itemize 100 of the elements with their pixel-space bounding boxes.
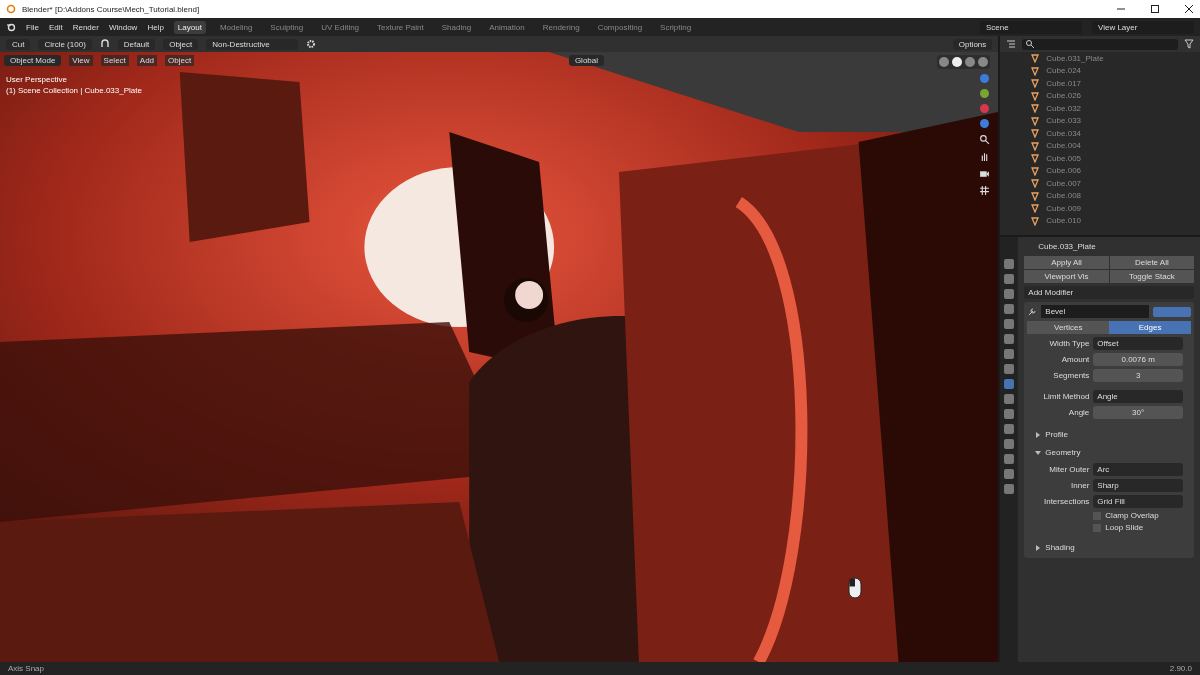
modifier-stack-button[interactable]: Viewport Vis: [1024, 270, 1109, 283]
properties-tab-icon[interactable]: [1004, 484, 1015, 494]
affect-toggle[interactable]: Vertices: [1027, 321, 1110, 334]
maximize-icon[interactable]: [1150, 4, 1160, 14]
menu-item[interactable]: Help: [147, 22, 164, 32]
object-name-field[interactable]: Cube.033_Plate: [1024, 241, 1194, 253]
modifier-stack-button[interactable]: Toggle Stack: [1109, 270, 1194, 283]
outliner-item[interactable]: Cube.010: [1030, 214, 1200, 227]
mode-dropdown[interactable]: Object Mode: [4, 55, 62, 66]
dropdown-field[interactable]: Arc: [1093, 463, 1183, 476]
dropdown-field[interactable]: Angle: [1093, 390, 1183, 403]
properties-tab-icon[interactable]: [1004, 319, 1015, 329]
number-field[interactable]: 0.0076 m: [1093, 353, 1183, 366]
properties-tab-icon[interactable]: [1004, 334, 1015, 344]
menu-item[interactable]: Window: [108, 22, 138, 32]
subpanel-header[interactable]: Geometry: [1027, 445, 1191, 460]
workspace-tab[interactable]: Texture Paint: [373, 20, 428, 34]
z-axis-icon[interactable]: [980, 119, 990, 128]
outliner-item[interactable]: Cube.024: [1030, 64, 1200, 77]
properties-tab-icon[interactable]: [1004, 469, 1015, 479]
add-modifier-dropdown[interactable]: Add Modifier: [1024, 286, 1194, 299]
rendered-shading-icon[interactable]: [978, 57, 989, 67]
viewport-menu-item[interactable]: Add: [136, 55, 158, 66]
checkbox-label: Loop Slide: [1105, 523, 1144, 532]
z-axis-icon[interactable]: [980, 74, 990, 83]
properties-tab-icon[interactable]: [1004, 409, 1015, 419]
modifier-stack-button[interactable]: Apply All: [1024, 256, 1109, 269]
workspace-tab[interactable]: Modeling: [215, 20, 257, 34]
view-layer-selector[interactable]: View Layer: [1092, 20, 1194, 34]
affect-toggle[interactable]: Edges: [1109, 321, 1191, 334]
properties-tab-icon[interactable]: [1004, 454, 1015, 464]
workspace-tab[interactable]: Rendering: [538, 20, 584, 34]
window-title: Blender* [D:\Addons Course\Mech_Tutorial.blend]: [22, 4, 200, 14]
outliner-item[interactable]: Cube.007: [1030, 177, 1200, 190]
outliner-item[interactable]: Cube.033: [1030, 114, 1200, 127]
dropdown-field[interactable]: Grid Fill: [1093, 495, 1183, 508]
boolean-mode-dropdown[interactable]: Non-Destructive: [206, 38, 299, 50]
menu-item[interactable]: Edit: [48, 22, 63, 32]
orientation-dropdown[interactable]: Global: [568, 55, 604, 66]
properties-tab-icon[interactable]: [1004, 439, 1015, 449]
options-dropdown[interactable]: Options: [952, 38, 993, 50]
snap-icon[interactable]: [99, 39, 110, 49]
tool-button[interactable]: Cut: [6, 38, 31, 50]
properties-tab-icon[interactable]: [1004, 364, 1015, 374]
brush-dropdown[interactable]: Circle (100): [38, 38, 92, 50]
outliner-item[interactable]: Cube.005: [1030, 152, 1200, 165]
settings-icon[interactable]: [306, 39, 317, 49]
outliner-item[interactable]: Cube.026: [1030, 89, 1200, 102]
material-shading-icon[interactable]: [965, 57, 976, 67]
outliner-item[interactable]: Cube.017: [1030, 77, 1200, 90]
subpanel-header[interactable]: Profile: [1027, 427, 1191, 442]
workspace-tab[interactable]: Scripting: [656, 20, 696, 34]
properties-tab-icon[interactable]: [1004, 274, 1015, 284]
number-field[interactable]: 3: [1093, 369, 1183, 382]
viewport-menu-item[interactable]: Select: [100, 55, 129, 66]
outliner-item[interactable]: Cube.004: [1030, 139, 1200, 152]
close-icon[interactable]: [1184, 4, 1194, 14]
outliner-item[interactable]: Cube.031_Plate: [1030, 52, 1200, 65]
outliner-item[interactable]: Cube.008: [1030, 189, 1200, 202]
outliner-item[interactable]: Cube.034: [1030, 127, 1200, 140]
camera-icon[interactable]: [979, 168, 991, 179]
viewport-menu-item[interactable]: View: [69, 55, 93, 66]
subpanel-header[interactable]: Shading: [1027, 540, 1191, 555]
workspace-tab[interactable]: Compositing: [593, 20, 647, 34]
properties-tab-icon[interactable]: [1004, 289, 1015, 299]
workspace-tab[interactable]: Layout: [173, 20, 206, 34]
x-axis-icon[interactable]: [980, 104, 990, 113]
menu-item[interactable]: File: [26, 22, 39, 32]
scene-selector[interactable]: Scene: [980, 20, 1082, 34]
search-field[interactable]: [1022, 38, 1178, 50]
properties-tab-icon[interactable]: [1004, 259, 1015, 269]
zoom-icon[interactable]: [979, 134, 991, 145]
object-dropdown[interactable]: Object: [163, 38, 199, 50]
workspace-tab[interactable]: Shading: [437, 20, 476, 34]
dropdown-field[interactable]: Offset: [1093, 337, 1183, 350]
properties-tab-icon[interactable]: [1004, 349, 1015, 359]
solid-shading-icon[interactable]: [952, 57, 963, 67]
outliner-item[interactable]: Cube.032: [1030, 102, 1200, 115]
number-field[interactable]: 30°: [1093, 406, 1183, 419]
workspace-tab[interactable]: Animation: [485, 20, 529, 34]
menu-item[interactable]: Render: [72, 22, 99, 32]
viewport-menu-item[interactable]: Object: [165, 55, 195, 66]
workspace-tab[interactable]: UV Editing: [317, 20, 364, 34]
editor-type-icon[interactable]: [1006, 39, 1017, 49]
preset-dropdown[interactable]: Default: [117, 38, 156, 50]
blender-logo-icon[interactable]: [6, 22, 16, 32]
dropdown-field[interactable]: Sharp: [1093, 479, 1183, 492]
grid-icon[interactable]: [979, 185, 991, 196]
workspace-tab[interactable]: Sculpting: [266, 20, 308, 34]
modifier-name-field[interactable]: Bevel: [1041, 305, 1149, 318]
properties-tab-icon[interactable]: [1004, 379, 1015, 389]
modifier-stack-button[interactable]: Delete All: [1109, 256, 1194, 269]
wireframe-shading-icon[interactable]: [939, 57, 950, 67]
y-axis-icon[interactable]: [980, 89, 990, 98]
properties-tab-icon[interactable]: [1004, 304, 1015, 314]
properties-tab-icon[interactable]: [1004, 424, 1015, 434]
outliner-item[interactable]: Cube.009: [1030, 202, 1200, 215]
outliner-item[interactable]: Cube.006: [1030, 164, 1200, 177]
filter-icon[interactable]: [1184, 39, 1194, 49]
properties-tab-icon[interactable]: [1004, 394, 1015, 404]
